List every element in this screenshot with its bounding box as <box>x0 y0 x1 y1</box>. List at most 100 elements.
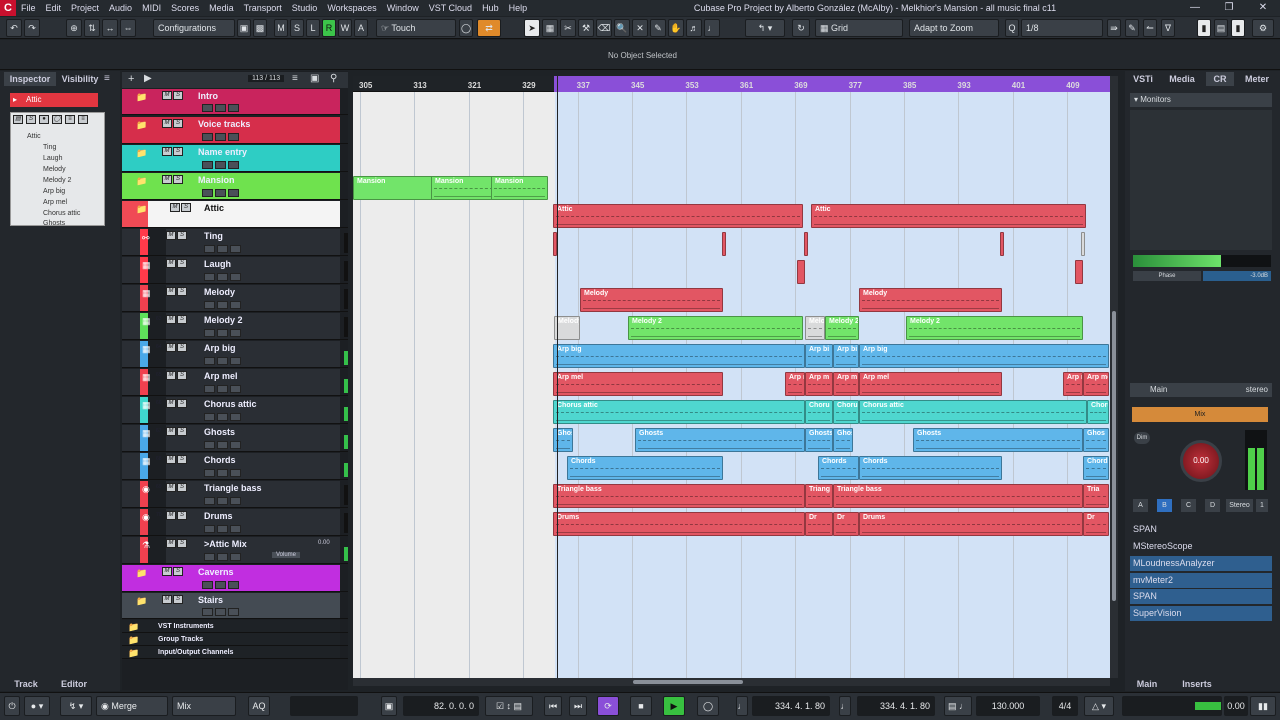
edit-icon[interactable] <box>230 497 241 505</box>
event-part[interactable]: Ghosts <box>635 428 805 452</box>
edit-icon[interactable] <box>230 553 241 561</box>
folder-icon[interactable]: 📁 <box>128 622 139 633</box>
event-part[interactable] <box>1081 232 1085 256</box>
monitor-volume-knob[interactable]: 0.00 <box>1180 440 1222 482</box>
track-name[interactable]: Drums <box>204 511 233 521</box>
track-row[interactable]: ▦ M S Laugh <box>122 257 348 284</box>
track-row[interactable]: 📁 Group Tracks <box>122 633 348 646</box>
mute-button[interactable]: M <box>166 427 176 436</box>
tree-item[interactable]: Arp mel <box>43 199 67 206</box>
event-part[interactable]: Melody 2 <box>825 316 859 340</box>
folder-icon[interactable]: 📁 <box>136 120 147 131</box>
show-right-zone-icon[interactable]: ▮ <box>1231 19 1245 37</box>
menu-edit[interactable]: Edit <box>41 0 67 16</box>
edit-icon[interactable] <box>230 469 241 477</box>
menu-midi[interactable]: MIDI <box>137 0 166 16</box>
glue-tool-icon[interactable]: ⚒ <box>578 19 594 37</box>
insert-slot-3[interactable]: MLoudnessAnalyzer <box>1130 556 1272 571</box>
event-part[interactable]: Melody 2 <box>906 316 1083 340</box>
record-enable-icon[interactable] <box>204 245 215 253</box>
track-row[interactable]: 📁 M S Name entry <box>122 145 348 172</box>
tree-item[interactable]: Laugh <box>43 155 62 162</box>
track-name[interactable]: Arp mel <box>204 371 238 381</box>
tab-media[interactable]: Media <box>1165 72 1199 86</box>
right-locator-icon[interactable]: ♩ <box>839 696 851 716</box>
monitor-icon[interactable] <box>217 273 228 281</box>
window-icon[interactable]: ▣ <box>310 73 319 84</box>
edit-icon[interactable] <box>230 329 241 337</box>
monitor-icon[interactable] <box>217 329 228 337</box>
lock-icon[interactable]: ⇅ <box>84 19 100 37</box>
solo-button[interactable]: S <box>177 539 187 548</box>
phase-button[interactable]: Phase <box>1133 271 1201 281</box>
record-mode-dropdown[interactable]: ◉ Merge <box>96 696 168 716</box>
grid-zoom-dropdown[interactable]: Adapt to Zoom <box>909 19 999 37</box>
event-part[interactable]: Choru <box>1087 400 1109 424</box>
mute-button[interactable]: M <box>166 511 176 520</box>
mute-button[interactable]: M <box>170 203 180 212</box>
event-part[interactable]: Melo <box>805 316 825 340</box>
event-part[interactable]: Chords <box>1083 456 1109 480</box>
record-enable-icon[interactable] <box>204 553 215 561</box>
track-name[interactable]: >Attic Mix <box>204 539 247 549</box>
marker-icon[interactable]: ▣ <box>381 696 397 716</box>
record-enable-icon[interactable] <box>202 189 213 197</box>
monitor-icon[interactable] <box>217 301 228 309</box>
tree-item[interactable]: Attic <box>27 133 41 140</box>
track-name[interactable]: Chorus attic <box>204 399 257 409</box>
speaker-tool-icon[interactable]: ♩ <box>704 19 720 37</box>
track-name[interactable]: Chords <box>204 455 236 465</box>
track-row[interactable]: ▦ 68 M S Chords <box>122 453 348 480</box>
solo-button[interactable]: S <box>177 231 187 240</box>
mix-source-button[interactable]: Mix <box>1132 407 1268 422</box>
tab-vsti[interactable]: VSTi <box>1130 72 1156 86</box>
collapse-icon[interactable]: ≡ <box>292 73 298 84</box>
monitor-icon[interactable] <box>215 104 226 112</box>
track-name[interactable]: Name entry <box>198 147 247 157</box>
insert-slot-1[interactable]: SPAN <box>1130 522 1272 537</box>
menu-studio[interactable]: Studio <box>287 0 323 16</box>
record-enable-icon[interactable] <box>202 608 213 616</box>
nudge-icon[interactable]: ⇔ <box>120 19 136 37</box>
vertical-scrollbar[interactable] <box>1110 76 1118 678</box>
event-part[interactable]: Triangle bass <box>833 484 1083 508</box>
solo-button[interactable]: S <box>177 399 187 408</box>
mute-button[interactable]: M <box>162 147 172 156</box>
event-part[interactable]: Drums <box>553 512 805 536</box>
solo-button[interactable]: S <box>177 371 187 380</box>
record-enable-icon[interactable] <box>204 385 215 393</box>
menu-window[interactable]: Window <box>382 0 424 16</box>
menu-file[interactable]: File <box>16 0 41 16</box>
event-part[interactable]: Ghosts <box>805 428 833 452</box>
tempo-track-icon[interactable]: ▤ ♩ <box>944 696 972 716</box>
edit-icon[interactable] <box>230 441 241 449</box>
event-part[interactable]: Dr <box>805 512 833 536</box>
track-row[interactable]: ▦ 66 M S Chorus attic <box>122 397 348 424</box>
event-part[interactable]: Drums <box>859 512 1083 536</box>
track-row[interactable]: ▦ M S Melody <box>122 285 348 312</box>
list-icon[interactable]: ≡ <box>65 115 75 124</box>
solo-button[interactable]: S <box>173 175 183 184</box>
speaker-b-button[interactable]: B <box>1157 499 1172 512</box>
event-part[interactable]: Arp mel <box>859 372 1002 396</box>
event-part[interactable] <box>797 260 805 284</box>
quantize-dropdown[interactable]: 1/8 <box>1021 19 1103 37</box>
solo-button[interactable]: S <box>177 287 187 296</box>
event-part[interactable]: Melody 2 <box>628 316 803 340</box>
track-body[interactable] <box>166 313 340 339</box>
edit-icon[interactable] <box>230 385 241 393</box>
track-name[interactable]: Arp big <box>204 343 236 353</box>
erase-tool-icon[interactable]: ⌫ <box>596 19 612 37</box>
tempo-display[interactable]: 130.000 <box>976 696 1040 716</box>
speaker-d-button[interactable]: D <box>1205 499 1220 512</box>
event-part[interactable]: Chords <box>859 456 1002 480</box>
event-part[interactable]: Arp big <box>859 344 1109 368</box>
activate-project-icon[interactable]: ⏻ <box>4 696 20 716</box>
monitor-icon[interactable] <box>215 161 226 169</box>
tab-inserts[interactable]: Inserts <box>1180 677 1214 691</box>
menu-help[interactable]: Help <box>504 0 533 16</box>
tree-item[interactable]: Melody <box>43 166 66 173</box>
track-body[interactable] <box>166 341 340 367</box>
undo-icon[interactable]: ↶ <box>6 19 22 37</box>
track-name[interactable]: Group Tracks <box>158 636 203 643</box>
